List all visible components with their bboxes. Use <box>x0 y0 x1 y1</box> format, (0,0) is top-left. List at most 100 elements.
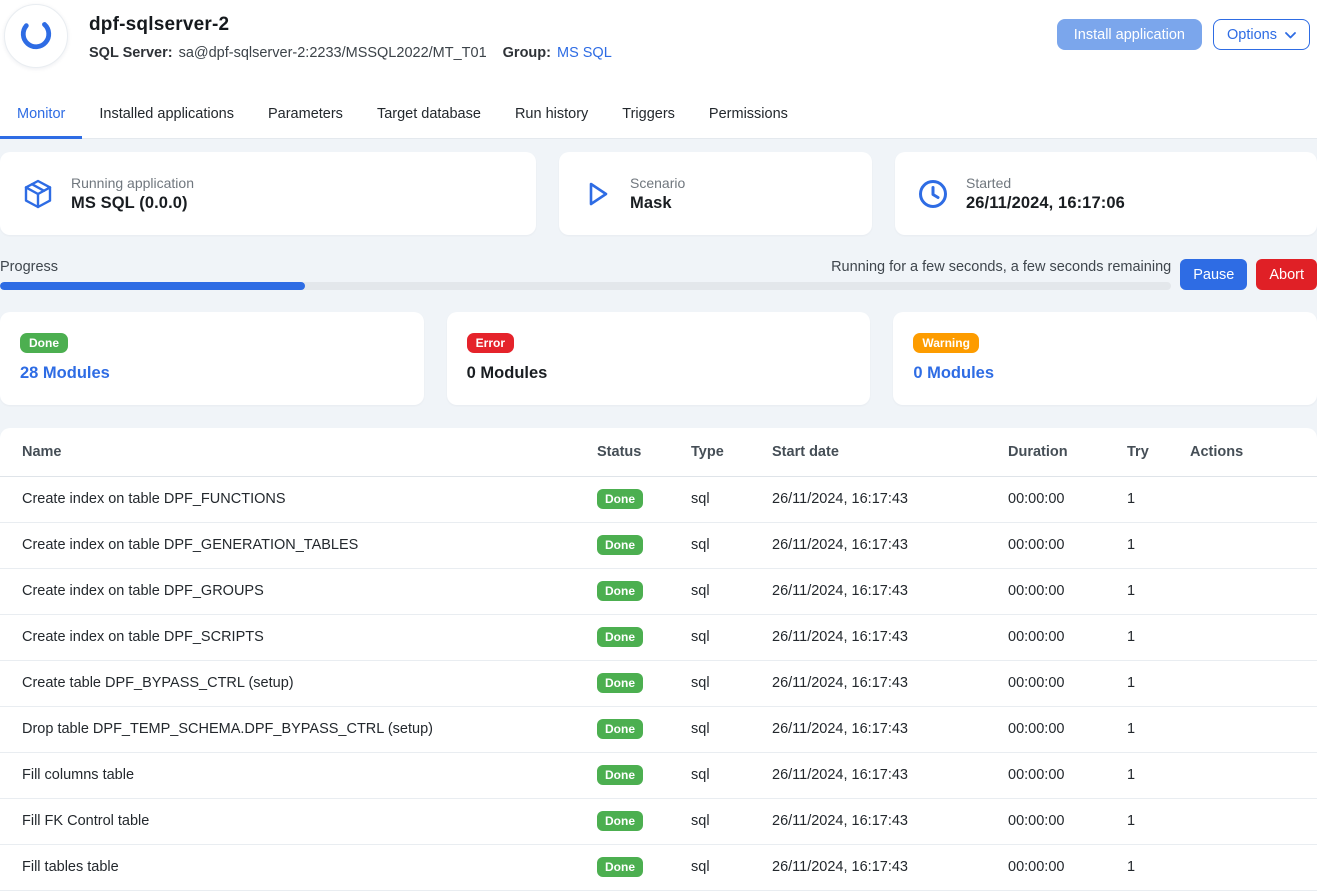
status-badge: Done <box>597 765 643 785</box>
tab-permissions[interactable]: Permissions <box>692 90 805 138</box>
table-row: Fill columns table Done sql 26/11/2024, … <box>0 752 1317 798</box>
cell-start-date: 26/11/2024, 16:17:43 <box>772 660 1008 706</box>
status-badge: Done <box>597 581 643 601</box>
cell-try: 1 <box>1127 614 1190 660</box>
status-badge: Done <box>597 719 643 739</box>
cell-duration: 00:00:00 <box>1008 660 1127 706</box>
cell-start-date: 26/11/2024, 16:17:43 <box>772 568 1008 614</box>
cell-type: sql <box>691 798 772 844</box>
cell-name: Create index on table DPF_SCRIPTS <box>0 614 597 660</box>
tab-target-database[interactable]: Target database <box>360 90 498 138</box>
cell-duration: 00:00:00 <box>1008 752 1127 798</box>
cell-duration: 00:00:00 <box>1008 568 1127 614</box>
error-badge: Error <box>467 333 514 353</box>
tab-bar: Monitor Installed applications Parameter… <box>0 90 1317 139</box>
tab-installed-applications[interactable]: Installed applications <box>82 90 251 138</box>
col-header-actions: Actions <box>1190 428 1317 476</box>
pause-button[interactable]: Pause <box>1180 259 1247 290</box>
status-badge: Done <box>597 627 643 647</box>
warning-modules-link[interactable]: 0 Modules <box>913 364 1317 383</box>
info-cards-row: Running application MS SQL (0.0.0) Scena… <box>0 152 1317 235</box>
modules-table-card: Name Status Type Start date Duration Try… <box>0 428 1317 891</box>
status-badge: Done <box>597 811 643 831</box>
cell-duration: 00:00:00 <box>1008 798 1127 844</box>
group-link[interactable]: MS SQL <box>557 45 612 61</box>
started-label: Started <box>966 175 1125 191</box>
cell-try: 1 <box>1127 522 1190 568</box>
spinner-icon <box>19 17 53 56</box>
cell-actions <box>1190 660 1317 706</box>
cell-type: sql <box>691 752 772 798</box>
cell-try: 1 <box>1127 706 1190 752</box>
cell-name: Create table DPF_BYPASS_CTRL (setup) <box>0 660 597 706</box>
cell-actions <box>1190 844 1317 890</box>
server-label: SQL Server: <box>89 45 173 61</box>
top-header: dpf-sqlserver-2 SQL Server: sa@dpf-sqlse… <box>0 0 1317 139</box>
table-row: Create index on table DPF_SCRIPTS Done s… <box>0 614 1317 660</box>
progress-bar-track <box>0 282 1171 290</box>
done-modules-card: Done 28 Modules <box>0 312 424 405</box>
cell-name: Create index on table DPF_FUNCTIONS <box>0 476 597 522</box>
warning-badge: Warning <box>913 333 979 353</box>
cell-start-date: 26/11/2024, 16:17:43 <box>772 844 1008 890</box>
cell-actions <box>1190 752 1317 798</box>
cell-actions <box>1190 522 1317 568</box>
cell-try: 1 <box>1127 568 1190 614</box>
abort-button[interactable]: Abort <box>1256 259 1317 290</box>
header-actions: Install application Options <box>1057 4 1313 50</box>
cell-try: 1 <box>1127 844 1190 890</box>
cell-duration: 00:00:00 <box>1008 706 1127 752</box>
status-badge: Done <box>597 857 643 877</box>
group-label: Group: <box>503 45 551 61</box>
install-application-button[interactable]: Install application <box>1057 19 1202 50</box>
modules-table: Name Status Type Start date Duration Try… <box>0 428 1317 891</box>
progress-section: Progress Running for a few seconds, a fe… <box>0 259 1317 290</box>
scenario-label: Scenario <box>630 175 685 191</box>
col-header-duration: Duration <box>1008 428 1127 476</box>
cell-try: 1 <box>1127 476 1190 522</box>
tab-run-history[interactable]: Run history <box>498 90 605 138</box>
running-application-value: MS SQL (0.0.0) <box>71 194 194 213</box>
connection-subtitle: SQL Server: sa@dpf-sqlserver-2:2233/MSSQ… <box>89 45 612 61</box>
monitor-content: Running application MS SQL (0.0.0) Scena… <box>0 139 1317 891</box>
cell-actions <box>1190 798 1317 844</box>
options-button[interactable]: Options <box>1213 19 1310 50</box>
cell-type: sql <box>691 522 772 568</box>
cell-type: sql <box>691 660 772 706</box>
col-header-try: Try <box>1127 428 1190 476</box>
table-row: Fill FK Control table Done sql 26/11/202… <box>0 798 1317 844</box>
cell-name: Create index on table DPF_GENERATION_TAB… <box>0 522 597 568</box>
done-modules-link[interactable]: 28 Modules <box>20 364 424 383</box>
cell-type: sql <box>691 568 772 614</box>
tab-parameters[interactable]: Parameters <box>251 90 360 138</box>
started-value: 26/11/2024, 16:17:06 <box>966 194 1125 213</box>
col-header-status: Status <box>597 428 691 476</box>
page-title: dpf-sqlserver-2 <box>89 14 612 36</box>
scenario-value: Mask <box>630 194 685 213</box>
options-button-label: Options <box>1227 27 1277 43</box>
table-header-row: Name Status Type Start date Duration Try… <box>0 428 1317 476</box>
progress-status-text: Running for a few seconds, a few seconds… <box>831 259 1171 275</box>
cell-duration: 00:00:00 <box>1008 522 1127 568</box>
col-header-type: Type <box>691 428 772 476</box>
cell-start-date: 26/11/2024, 16:17:43 <box>772 522 1008 568</box>
tab-triggers[interactable]: Triggers <box>605 90 692 138</box>
cell-name: Fill FK Control table <box>0 798 597 844</box>
cell-try: 1 <box>1127 660 1190 706</box>
cell-actions <box>1190 706 1317 752</box>
cell-type: sql <box>691 476 772 522</box>
cell-try: 1 <box>1127 752 1190 798</box>
cell-actions <box>1190 568 1317 614</box>
clock-icon <box>917 178 949 210</box>
table-row: Create index on table DPF_FUNCTIONS Done… <box>0 476 1317 522</box>
tab-monitor[interactable]: Monitor <box>0 90 82 138</box>
status-badge: Done <box>597 535 643 555</box>
running-application-card: Running application MS SQL (0.0.0) <box>0 152 536 235</box>
running-application-label: Running application <box>71 175 194 191</box>
cell-type: sql <box>691 844 772 890</box>
status-badge: Done <box>597 673 643 693</box>
warning-modules-card: Warning 0 Modules <box>893 312 1317 405</box>
cell-actions <box>1190 476 1317 522</box>
table-row: Create table DPF_BYPASS_CTRL (setup) Don… <box>0 660 1317 706</box>
cell-name: Fill tables table <box>0 844 597 890</box>
